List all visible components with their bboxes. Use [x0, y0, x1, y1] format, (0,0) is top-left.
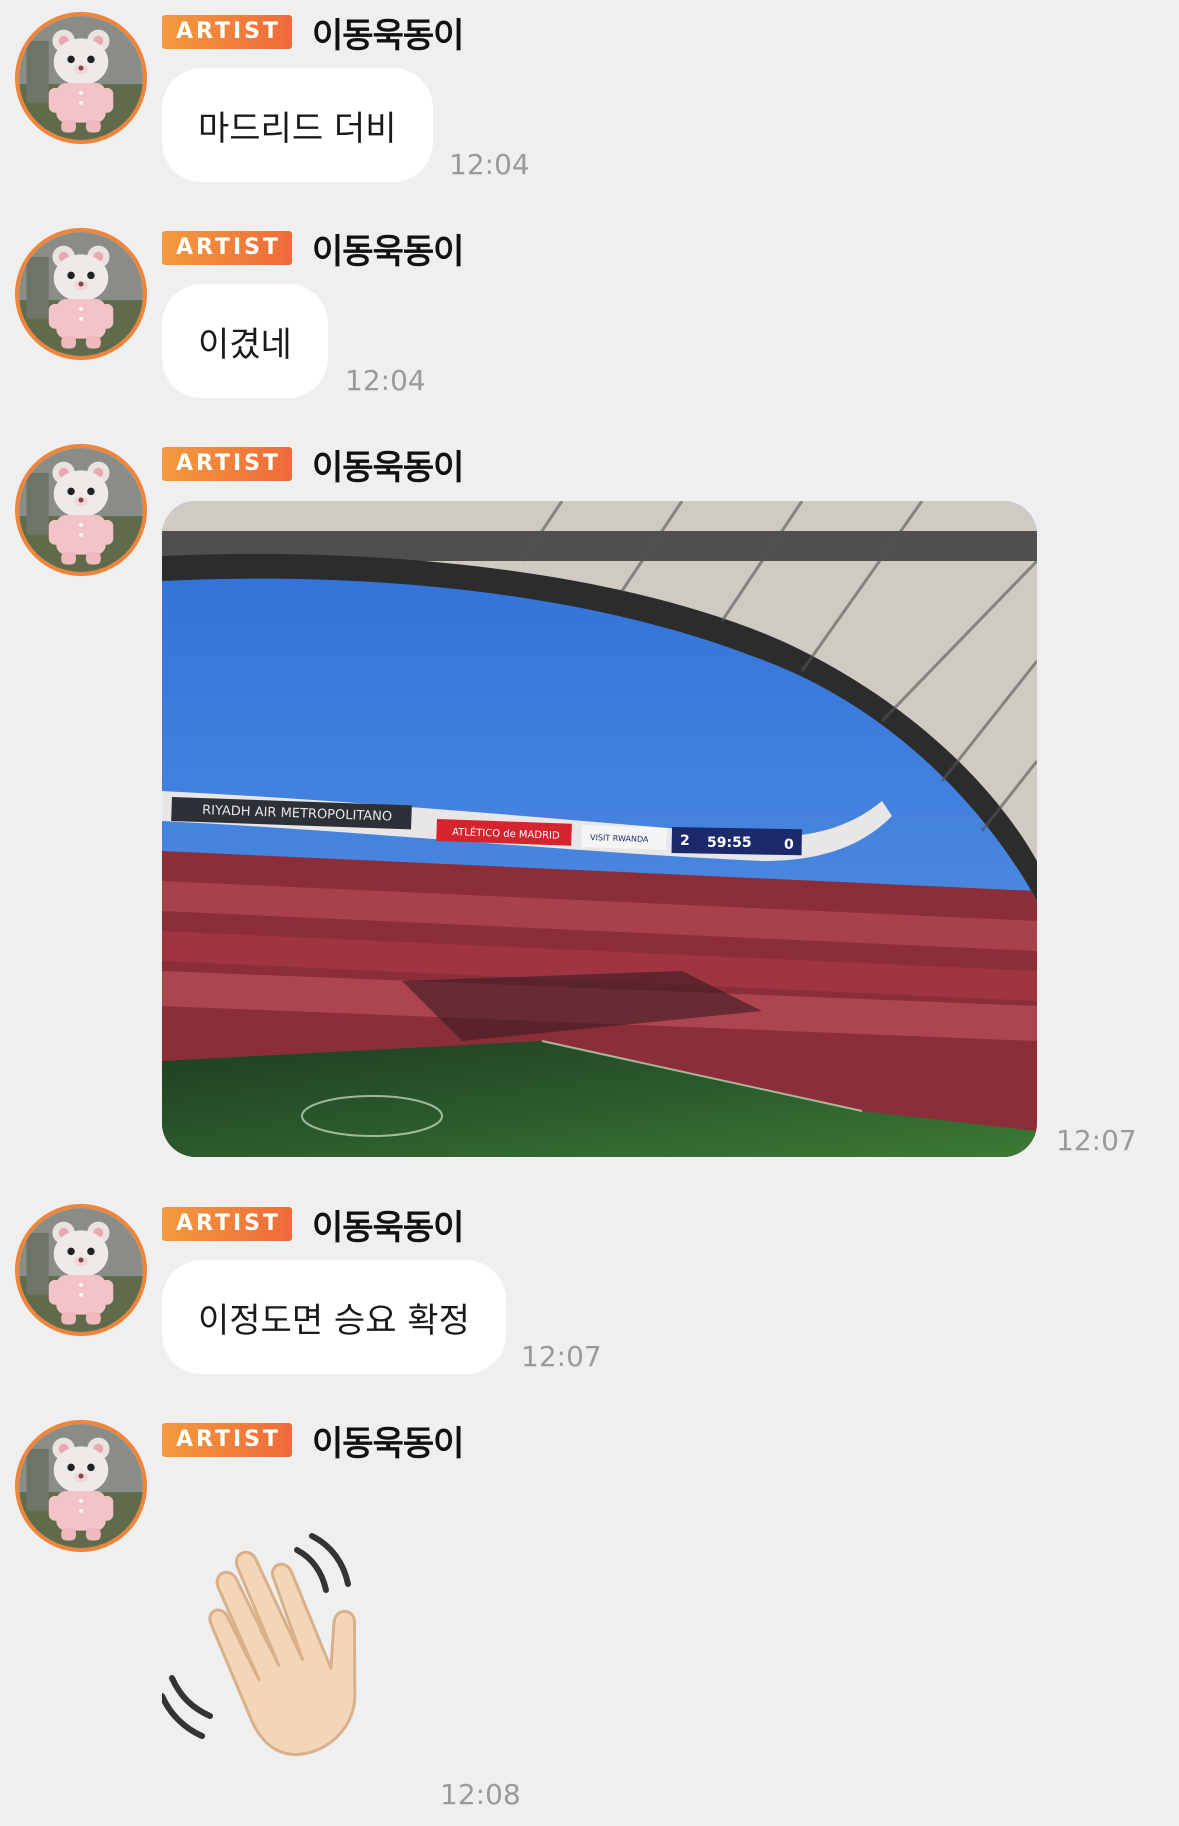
artist-badge: ARTIST [162, 1207, 293, 1241]
message-time: 12:07 [1056, 1124, 1137, 1157]
message-header: ARTIST 이동욱동이 [162, 228, 464, 272]
avatar[interactable] [15, 228, 147, 360]
message-header: ARTIST 이동욱동이 [162, 12, 464, 56]
sender-name[interactable]: 이동욱동이 [312, 440, 464, 489]
avatar[interactable] [15, 444, 147, 576]
avatar[interactable] [15, 1204, 147, 1336]
avatar[interactable] [15, 1420, 147, 1552]
message-time: 12:07 [521, 1340, 602, 1373]
message-header: ARTIST 이동욱동이 [162, 444, 464, 488]
stadium-photo-image: RIYADH AIR METROPOLITANO ATLÉTICO de MAD… [162, 501, 1037, 1157]
message-bubble[interactable]: 이겼네 [162, 284, 328, 398]
sender-name[interactable]: 이동욱동이 [312, 1416, 464, 1465]
bear-plush-avatar-icon [19, 448, 143, 572]
bear-plush-avatar-icon [19, 16, 143, 140]
away-score: 0 [784, 837, 794, 853]
artist-badge: ARTIST [162, 15, 293, 49]
message-header: ARTIST 이동욱동이 [162, 1204, 464, 1248]
home-score: 2 [680, 833, 690, 849]
waving-hand-icon [159, 1533, 357, 1756]
message-bubble[interactable]: 마드리드 더비 [162, 68, 433, 182]
artist-badge: ARTIST [162, 1423, 293, 1457]
avatar[interactable] [15, 12, 147, 144]
artist-badge: ARTIST [162, 231, 293, 265]
sender-name[interactable]: 이동욱동이 [312, 1200, 464, 1249]
bear-plush-avatar-icon [19, 1208, 143, 1332]
message-header: ARTIST 이동욱동이 [162, 1420, 464, 1464]
match-clock: 59:55 [707, 835, 752, 851]
bear-plush-avatar-icon [19, 1424, 143, 1548]
artist-badge: ARTIST [162, 447, 293, 481]
waving-hand-emoji[interactable] [159, 1528, 392, 1758]
message-bubble[interactable]: 이정도면 승요 확정 [162, 1260, 506, 1374]
sender-name[interactable]: 이동욱동이 [312, 224, 464, 273]
bear-plush-avatar-icon [19, 232, 143, 356]
message-time: 12:04 [345, 364, 426, 397]
stadium-photo[interactable]: RIYADH AIR METROPOLITANO ATLÉTICO de MAD… [162, 501, 1037, 1157]
sender-name[interactable]: 이동욱동이 [312, 8, 464, 57]
message-time: 12:08 [440, 1778, 521, 1811]
message-time: 12:04 [449, 148, 530, 181]
